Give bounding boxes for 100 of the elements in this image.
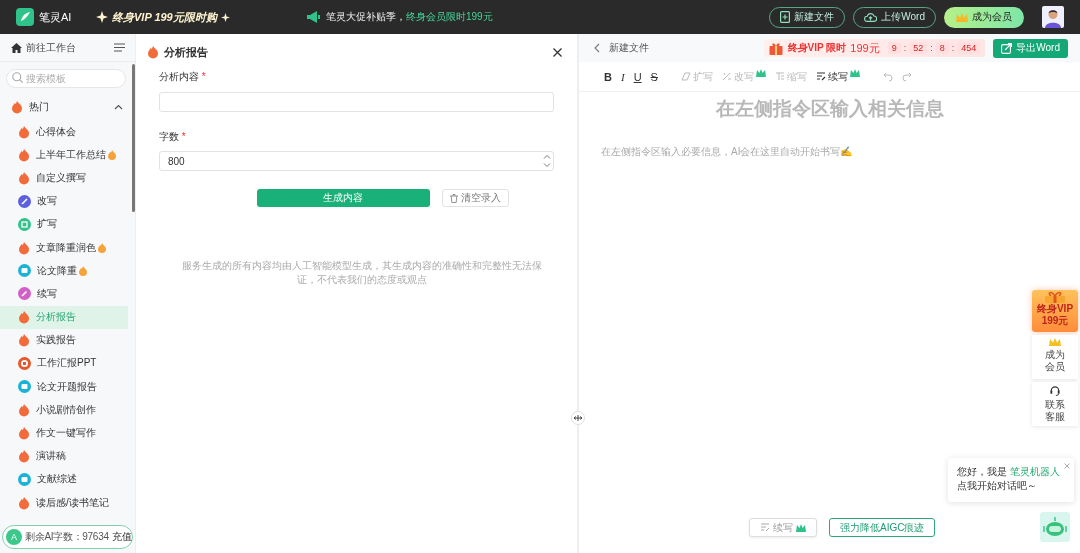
- scrollbar[interactable]: [132, 64, 135, 212]
- gift-icon: [768, 41, 783, 55]
- resize-handle-icon[interactable]: [571, 411, 585, 425]
- sparkle-icon: [220, 12, 230, 22]
- flame-icon: [18, 333, 30, 348]
- pen-circle-icon: [18, 287, 31, 301]
- stepper-icon[interactable]: [543, 153, 551, 168]
- chat-prompt: 点我开始对话吧～: [957, 479, 1038, 493]
- text-format-icon: [774, 71, 785, 82]
- megaphone-icon: [306, 11, 320, 23]
- panel-title: 分析报告: [164, 44, 208, 60]
- flame-icon: [18, 426, 30, 441]
- countdown-separator: :: [903, 43, 907, 53]
- sidebar-item[interactable]: 论文开题报告: [0, 375, 128, 399]
- sidebar-item[interactable]: 实践报告: [0, 328, 128, 352]
- sidebar-item[interactable]: 工作汇报PPT: [0, 351, 128, 376]
- editor-hint: 在左侧指令区输入必要信息，AI会在这里自动开始书写✍: [601, 145, 854, 159]
- sidebar-item[interactable]: 读后感/读书笔记: [0, 491, 128, 515]
- search-field[interactable]: 搜索模板: [6, 69, 126, 88]
- editor-heading: 在左侧指令区输入相关信息: [714, 97, 945, 121]
- category-header[interactable]: 热门: [0, 97, 135, 117]
- offer-text: 终身VIP 限时: [787, 41, 847, 55]
- document-circle-icon: [18, 472, 31, 486]
- sidebar-item[interactable]: 文章降重润色: [0, 235, 128, 260]
- flame-icon: [18, 170, 30, 185]
- document-circle-icon: [18, 380, 31, 394]
- close-icon[interactable]: [553, 47, 562, 57]
- countdown-digit: 454: [957, 42, 981, 54]
- notice-link[interactable]: 终身会员限时199元: [406, 11, 493, 22]
- robot-icon[interactable]: [1040, 512, 1070, 542]
- trash-icon: [449, 193, 458, 203]
- flame-icon: [18, 240, 30, 255]
- bold-button[interactable]: B: [601, 68, 615, 85]
- sidebar-item[interactable]: 小说剧情创作: [0, 398, 128, 422]
- membership-card[interactable]: 成为会员: [1032, 335, 1078, 379]
- gift-box-icon: [1044, 291, 1066, 303]
- pencil-circle-icon: [18, 194, 31, 208]
- notice-text: 笔灵大促补贴季，终身会员限时199元: [326, 10, 493, 24]
- redo-icon: [901, 71, 912, 82]
- crown-icon: [1049, 338, 1061, 346]
- input-field[interactable]: [159, 91, 554, 112]
- crown-icon: [956, 12, 968, 22]
- sidebar-item[interactable]: 演讲稿: [0, 444, 128, 468]
- toolbar-button[interactable]: 续写: [812, 68, 863, 85]
- clear-button[interactable]: 清空录入: [441, 189, 509, 207]
- field-label: 分析内容 *: [159, 70, 207, 84]
- underline-button[interactable]: U: [630, 68, 645, 85]
- promo-banner[interactable]: 终身VIP 199元限时购: [112, 9, 217, 25]
- sidebar-item[interactable]: 心得体会: [0, 120, 128, 144]
- avatar[interactable]: [1042, 6, 1064, 28]
- offer-price: 199元: [850, 40, 880, 56]
- flame-icon: [18, 310, 30, 325]
- workspace-link[interactable]: 前往工作台: [11, 40, 76, 55]
- sidebar-item[interactable]: 扩写: [0, 212, 128, 236]
- flame-icon: [18, 402, 30, 417]
- disclaimer: 服务生成的所有内容均由人工智能模型生成，其生成内容的准确性和完整性无法保证，不代表我们的态度或观点: [180, 259, 543, 287]
- app-logo-icon: [16, 8, 34, 26]
- number-field[interactable]: 800: [159, 151, 554, 171]
- app-name: 笔灵AI: [39, 9, 72, 25]
- file-plus-icon: [780, 11, 791, 23]
- countdown-separator: :: [930, 43, 933, 53]
- sidebar-item[interactable]: 自定义撰写: [0, 166, 128, 190]
- countdown-digit: 52: [909, 42, 928, 54]
- headset-icon: [1049, 385, 1061, 396]
- ai-badge: A: [6, 529, 22, 545]
- expand-icon: [680, 71, 691, 82]
- italic-button[interactable]: I: [617, 68, 628, 85]
- sparkle-icon: [96, 11, 108, 23]
- menu-icon[interactable]: [114, 43, 125, 52]
- sidebar-item[interactable]: 作文一键写作: [0, 421, 128, 445]
- lines-pen-icon: [815, 71, 826, 82]
- magic-wand-icon: [721, 71, 732, 82]
- lines-pen-icon: [760, 522, 770, 533]
- strikethrough-button[interactable]: S: [647, 68, 661, 85]
- home-icon: [11, 42, 22, 53]
- flame-icon: [18, 449, 30, 464]
- customer-service-card[interactable]: 联系客服: [1032, 382, 1078, 426]
- flame-icon: [18, 495, 30, 510]
- sidebar-item[interactable]: 续写: [0, 282, 128, 306]
- countdown-digit: 8: [935, 42, 949, 54]
- sidebar-item[interactable]: 上半年工作总结: [0, 143, 128, 167]
- membership-button[interactable]: 成为会员: [944, 6, 1024, 28]
- vip-offer-banner[interactable]: 终身VIP 限时 199元 9 : 52 : 8 : 454: [763, 39, 986, 57]
- sidebar-item[interactable]: 文献综述: [0, 467, 128, 491]
- export-icon: [1001, 42, 1013, 54]
- reduce-aigc-button[interactable]: 强力降低AIGC痕迹: [829, 518, 936, 537]
- recharge-link[interactable]: 充值: [111, 530, 132, 544]
- back-link[interactable]: 新建文件: [594, 41, 649, 55]
- remaining-words: 剩余AI字数：97634: [25, 530, 109, 544]
- sidebar-item[interactable]: 改写: [0, 189, 128, 213]
- countdown-digit: 9: [887, 42, 901, 54]
- flame-icon: [11, 100, 23, 114]
- flame-icon: [147, 45, 159, 59]
- sidebar-item[interactable]: 论文降重: [0, 259, 128, 283]
- cloud-upload-icon: [864, 12, 878, 22]
- back-icon: [594, 43, 600, 53]
- undo-icon: [882, 71, 893, 82]
- document-circle-icon: [18, 264, 31, 278]
- flame-icon: [18, 124, 30, 139]
- field-label: 字数 *: [159, 129, 187, 144]
